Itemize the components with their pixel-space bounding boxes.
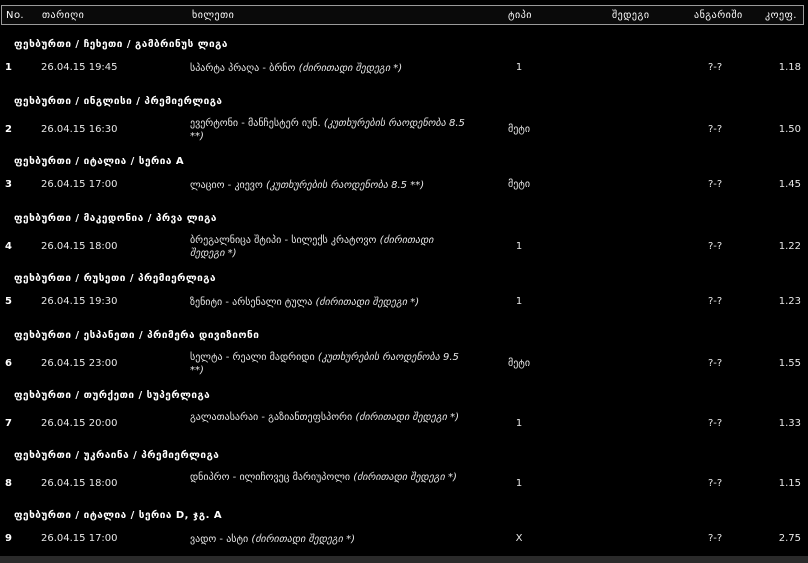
bet-type: 1 [515,62,523,73]
match-event: სპარტა პრაღა - ბრნო (ძირითადი შედეგი *) [190,62,470,75]
match-score: ?-? [708,124,723,135]
league-heading: ფეხბურთი / მაკედონია / პრვა ლიგა [14,213,217,224]
match-date: 26.04.15 20:00 [41,418,118,429]
match-date: 26.04.15 23:00 [41,358,118,369]
event-name: ვადო - ასტი [190,534,249,545]
odds-value: 1.22 [778,241,801,252]
event-note: (ძირითადი შედეგი *) [353,472,457,483]
league-heading: ფეხბურთი / ინგლისი / პრემიერლიგა [14,96,223,107]
odds-value: 1.45 [778,179,801,190]
odds-value: 1.15 [778,478,801,489]
odds-value: 2.75 [778,533,801,544]
header-event: ხილეთი [192,10,235,21]
row-number: 3 [5,179,12,190]
row-number: 5 [5,296,12,307]
row-number: 1 [5,62,12,73]
table-row[interactable]: 4 26.04.15 18:00 1 ?-? 1.22 ბრეგალნიცა შტიპი … [0,229,808,269]
match-event: ბრეგალნიცა შტიპი - სილექს კრატოვო (ძირით… [190,234,470,260]
league-heading: ფეხბურთი / იტალია / სერია A [14,156,185,167]
match-event: გალათასარაი - გაზიანთეფსპორი (ძირითადი შ… [190,411,470,424]
match-score: ?-? [708,533,723,544]
header-no: No. [6,10,25,21]
table-row[interactable]: 7 26.04.15 20:00 1 ?-? 1.33 გალათასარაი - გაზ… [0,406,808,446]
row-number: 6 [5,358,12,369]
bet-type: 1 [515,241,523,252]
row-number: 7 [5,418,12,429]
event-name: სელტა - რეალი მადრიდი [190,352,315,363]
bet-slip-table: No. თარიღი ხილეთი ტიპი შედეგი ანგარიში კ… [0,0,808,556]
bet-type: მეტი [507,179,531,190]
bet-type: X [515,533,523,544]
match-event: დნიპრო - ილიჩოვეც მარიუპოლი (ძირითადი შე… [190,471,470,484]
event-name: ევერტონი - მანჩესტერ იუნ. [190,118,321,129]
event-name: ლაციო - კიევო [190,180,263,191]
table-row[interactable]: 1 26.04.15 19:45 1 ?-? 1.18 სპარტა პრაღა - ბრ… [0,55,808,92]
match-score: ?-? [708,358,723,369]
odds-value: 1.50 [778,124,801,135]
table-row[interactable]: 8 26.04.15 18:00 1 ?-? 1.15 დნიპრო - ილიჩოვეც… [0,466,808,506]
event-name: გალათასარაი - გაზიანთეფსპორი [190,412,353,423]
match-score: ?-? [708,296,723,307]
bet-type: მეტი [507,124,531,135]
league-heading: ფეხბურთი / იტალია / სერია D, ჯგ. A [14,510,223,521]
match-event: ევერტონი - მანჩესტერ იუნ. (კუთხურების რა… [190,117,470,143]
event-note: (კუთხურების რაოდენობა 8.5 **) [265,180,425,191]
table-row[interactable]: 3 26.04.15 17:00 მეტი ?-? 1.45 ლაციო - კიევო … [0,172,808,209]
header-result: შედეგი [612,10,650,21]
header-date: თარიღი [42,10,85,21]
odds-value: 1.33 [778,418,801,429]
odds-value: 1.18 [778,62,801,73]
league-heading: ფეხბურთი / თურქეთი / სუპერლიგა [14,390,211,401]
row-number: 2 [5,124,12,135]
event-name: სპარტა პრაღა - ბრნო [190,63,296,74]
odds-value: 1.23 [778,296,801,307]
header-type: ტიპი [508,10,532,21]
league-heading: ფეხბურთი / რუსეთი / პრემიერლიგა [14,273,217,284]
match-score: ?-? [708,478,723,489]
league-heading: ფეხბურთი / ჩეხეთი / გამბრინუს ლიგა [14,39,228,50]
match-date: 26.04.15 17:00 [41,179,118,190]
horizontal-scrollbar[interactable] [0,556,808,563]
event-name: ბრეგალნიცა შტიპი - სილექს კრატოვო [190,235,377,246]
match-score: ?-? [708,179,723,190]
match-event: ვადო - ასტი (ძირითადი შედეგი *) [190,533,470,546]
match-date: 26.04.15 16:30 [41,124,118,135]
table-header: No. თარიღი ხილეთი ტიპი შედეგი ანგარიში კ… [1,5,804,25]
header-score: ანგარიში [694,10,743,21]
row-number: 8 [5,478,12,489]
league-heading: ფეხბურთი / უკრაინა / პრემიერლიგა [14,450,220,461]
league-heading: ფეხბურთი / ესპანეთი / პრიმერა დივიზიონი [14,330,260,341]
match-score: ?-? [708,418,723,429]
match-date: 26.04.15 19:45 [41,62,118,73]
table-row[interactable]: 6 26.04.15 23:00 მეტი ?-? 1.55 სელტა - რეალი … [0,346,808,386]
match-event: ზენიტი - არსენალი ტულა (ძირითადი შედეგი … [190,296,470,309]
match-event: სელტა - რეალი მადრიდი (კუთხურების რაოდენ… [190,351,470,377]
match-date: 26.04.15 18:00 [41,478,118,489]
bet-type: 1 [515,296,523,307]
header-odds: კოეფ. [765,10,797,21]
event-note: (ძირითადი შედეგი *) [251,534,356,545]
bet-type: 1 [515,478,523,489]
match-score: ?-? [708,241,723,252]
bet-type: მეტი [507,358,531,369]
event-note: (ძირითადი შედეგი *) [315,297,420,308]
event-name: ზენიტი - არსენალი ტულა [190,297,313,308]
row-number: 9 [5,533,12,544]
table-row[interactable]: 2 26.04.15 16:30 მეტი ?-? 1.50 ევერტონი - მან… [0,112,808,152]
row-number: 4 [5,241,12,252]
event-note: (ძირითადი შედეგი *) [298,63,403,74]
table-row[interactable]: 5 26.04.15 19:30 1 ?-? 1.23 ზენიტი - არსენალი… [0,289,808,326]
match-score: ?-? [708,62,723,73]
bet-type: 1 [515,418,523,429]
event-name: დნიპრო - ილიჩოვეც მარიუპოლი [190,472,351,483]
match-date: 26.04.15 18:00 [41,241,118,252]
match-date: 26.04.15 17:00 [41,533,118,544]
odds-value: 1.55 [778,358,801,369]
match-event: ლაციო - კიევო (კუთხურების რაოდენობა 8.5 … [190,179,470,192]
match-date: 26.04.15 19:30 [41,296,118,307]
event-note: (ძირითადი შედეგი *) [355,412,460,423]
table-body: ფეხბურთი / ჩეხეთი / გამბრინუს ლიგა 1 26.04… [0,35,808,563]
